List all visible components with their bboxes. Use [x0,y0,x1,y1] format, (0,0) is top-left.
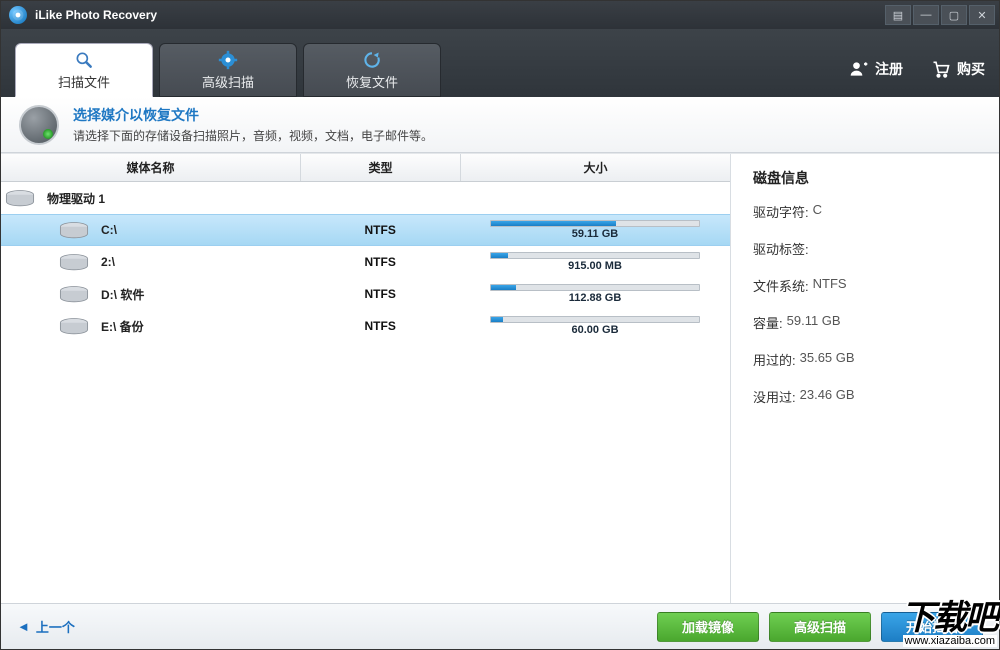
volume-row[interactable]: E:\ 备份 NTFS 60.00 GB [1,310,730,342]
tab-label: 扫描文件 [58,72,110,91]
refresh-icon [359,50,385,70]
tabs: 扫描文件 高级扫描 恢复文件 [15,43,441,97]
info-drive-label: 驱动标签: [753,239,981,258]
volume-row[interactable]: C:\ NTFS 59.11 GB [1,214,730,246]
tab-advanced-scan[interactable]: 高级扫描 [159,43,297,97]
load-image-button[interactable]: 加载镜像 [657,612,759,642]
close-button[interactable]: ✕ [969,5,995,25]
volume-name: E:\ 备份 [101,318,144,335]
hdd-icon [57,221,91,239]
col-size-header[interactable]: 大小 [461,154,730,181]
usage-bar [490,316,700,323]
hdd-icon [57,253,91,271]
drive-list-pane: 媒体名称 类型 大小 物理驱动 1 C:\ NTFS 59.11 GB 2:\ NTFS… [1,154,731,603]
tab-scan-files[interactable]: 扫描文件 [15,43,153,97]
hdd-icon [3,189,37,207]
volume-size: 915.00 MB [568,260,622,272]
maximize-button[interactable]: ▢ [941,5,967,25]
volume-size: 112.88 GB [569,292,622,304]
col-name-header[interactable]: 媒体名称 [1,154,301,181]
volume-type: NTFS [300,287,460,301]
info-drive-letter: 驱动字符:C [753,202,981,221]
info-title: 磁盘信息 [753,168,981,188]
volume-type: NTFS [300,223,460,237]
usage-bar [490,220,700,227]
minimize-button[interactable]: — [913,5,939,25]
main-body: 媒体名称 类型 大小 物理驱动 1 C:\ NTFS 59.11 GB 2:\ NTFS… [1,153,999,603]
titlebar: iLike Photo Recovery ▤ — ▢ ✕ [1,1,999,29]
volume-row[interactable]: D:\ 软件 NTFS 112.88 GB [1,278,730,310]
arrow-left-icon: ◄ [17,619,30,634]
tab-recover-files[interactable]: 恢复文件 [303,43,441,97]
camera-lens-icon [19,105,59,145]
buy-label: 购买 [957,59,985,79]
group-label: 物理驱动 1 [47,190,105,207]
banner-desc: 请选择下面的存储设备扫描照片，音频，视频，文档，电子邮件等。 [73,127,433,144]
footer: ◄ 上一个 加载镜像 高级扫描 开始扫描 [1,603,999,649]
start-scan-button[interactable]: 开始扫描 [881,612,983,642]
user-plus-icon [849,59,869,79]
banner-title: 选择媒介以恢复文件 [73,105,433,125]
header: 扫描文件 高级扫描 恢复文件 注册 [1,29,999,97]
header-links: 注册 购买 [849,59,985,79]
gear-icon [215,50,241,70]
volume-size: 60.00 GB [571,324,618,336]
usage-bar [490,284,700,291]
cart-icon [931,59,951,79]
menu-button[interactable]: ▤ [885,5,911,25]
drive-group: 物理驱动 1 [1,182,730,214]
usage-bar [490,252,700,259]
buy-link[interactable]: 购买 [931,59,985,79]
register-link[interactable]: 注册 [849,59,903,79]
drive-rows: 物理驱动 1 C:\ NTFS 59.11 GB 2:\ NTFS 915.00 MB D:… [1,182,730,603]
app-title: iLike Photo Recovery [35,8,885,22]
col-type-header[interactable]: 类型 [301,154,461,181]
info-free: 没用过:23.46 GB [753,387,981,406]
volume-size: 59.11 GB [572,228,618,240]
volume-type: NTFS [300,319,460,333]
tab-label: 高级扫描 [202,72,254,91]
tab-label: 恢复文件 [346,72,398,91]
app-icon [9,6,27,24]
volume-name: D:\ 软件 [101,286,144,303]
disk-info-pane: 磁盘信息 驱动字符:C 驱动标签: 文件系统:NTFS 容量:59.11 GB … [731,154,999,603]
register-label: 注册 [875,59,903,79]
volume-name: C:\ [101,223,117,237]
info-capacity: 容量:59.11 GB [753,313,981,332]
hdd-icon [57,317,91,335]
magnifier-icon [71,50,97,70]
app-window: iLike Photo Recovery ▤ — ▢ ✕ 扫描文件 高级扫描 [0,0,1000,650]
info-filesystem: 文件系统:NTFS [753,276,981,295]
prev-button[interactable]: ◄ 上一个 [17,617,75,636]
info-used: 用过的:35.65 GB [753,350,981,369]
column-headers: 媒体名称 类型 大小 [1,154,730,182]
prev-label: 上一个 [36,617,75,636]
volume-row[interactable]: 2:\ NTFS 915.00 MB [1,246,730,278]
instruction-banner: 选择媒介以恢复文件 请选择下面的存储设备扫描照片，音频，视频，文档，电子邮件等。 [1,97,999,153]
hdd-icon [57,285,91,303]
window-buttons: ▤ — ▢ ✕ [885,5,995,25]
advanced-scan-button[interactable]: 高级扫描 [769,612,871,642]
volume-name: 2:\ [101,255,115,269]
volume-type: NTFS [300,255,460,269]
